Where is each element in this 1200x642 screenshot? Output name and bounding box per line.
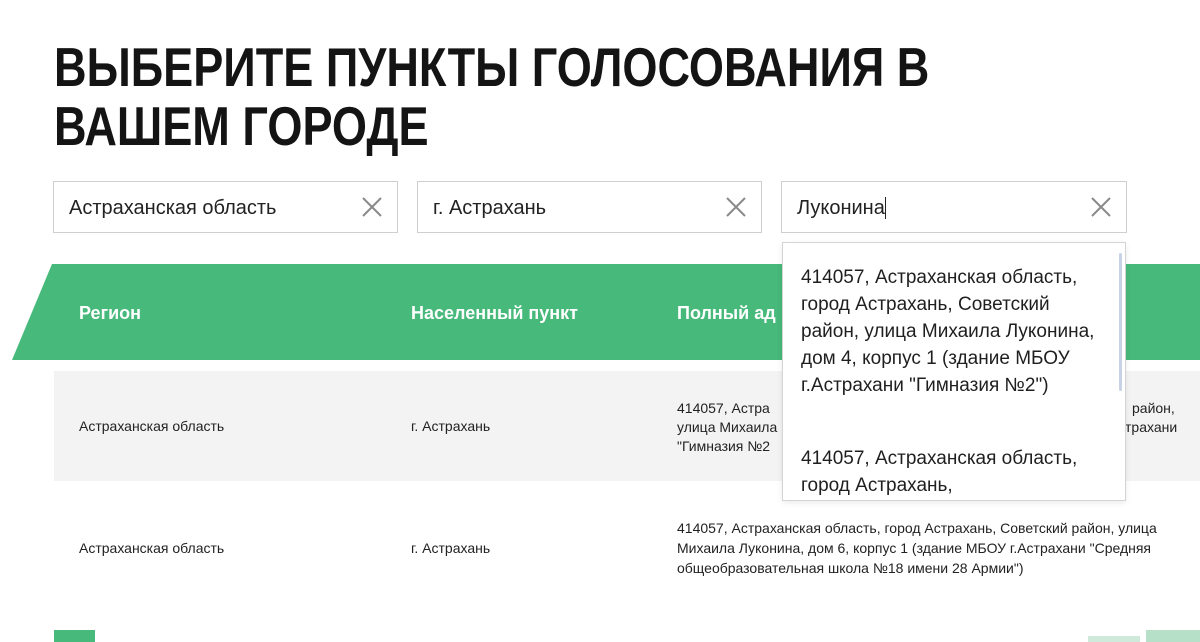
cell-address: 414057, Астраханская область, город Астр… — [677, 520, 1157, 576]
address-search-value: Луконина — [797, 197, 885, 219]
address-search-value-wrap: Луконина — [797, 197, 886, 219]
close-icon[interactable] — [361, 196, 383, 218]
cell-address-line: 414057, Астра — [677, 400, 770, 416]
cell-region: Астраханская область — [79, 540, 225, 556]
suggestion-option[interactable]: 414057, Астраханская область, город Астр… — [801, 445, 1097, 499]
cell-address-line: "Гимназия №2 — [677, 438, 771, 454]
close-icon[interactable] — [1090, 196, 1112, 218]
cell-address-line: улица Михаила — [677, 419, 778, 435]
close-icon[interactable] — [725, 196, 747, 218]
column-header-city: Населенный пункт — [411, 303, 579, 323]
suggestion-option[interactable]: 414057, Астраханская область, город Астр… — [801, 264, 1097, 399]
column-header-address: Полный ад — [677, 303, 776, 323]
address-suggestions-dropdown[interactable]: 414057, Астраханская область, город Астр… — [782, 242, 1126, 501]
cell-city: г. Астрахань — [411, 540, 491, 556]
cell-address-fragment: район, — [1132, 400, 1175, 416]
table-row[interactable]: Астраханская область г. Астрахань 414057… — [54, 492, 1200, 602]
city-filter[interactable]: г. Астрахань — [417, 181, 762, 233]
region-filter[interactable]: Астраханская область — [53, 181, 398, 233]
address-search-input[interactable]: Луконина — [781, 181, 1127, 233]
cell-city: г. Астрахань — [411, 418, 491, 434]
pagination-next-button[interactable] — [1146, 630, 1200, 642]
pagination-prev-button[interactable] — [54, 630, 95, 642]
text-caret — [884, 197, 886, 219]
city-filter-value: г. Астрахань — [433, 197, 547, 219]
cell-address-fragment: трахани — [1125, 419, 1178, 435]
region-filter-value: Астраханская область — [69, 197, 277, 219]
page-title: ВЫБЕРИТЕ ПУНКТЫ ГОЛОСОВАНИЯ В ВАШЕМ ГОРО… — [54, 36, 930, 157]
dropdown-scrollbar[interactable] — [1119, 253, 1122, 391]
pagination-button[interactable] — [1088, 636, 1140, 642]
column-header-region: Регион — [79, 303, 141, 323]
cell-region: Астраханская область — [79, 418, 225, 434]
